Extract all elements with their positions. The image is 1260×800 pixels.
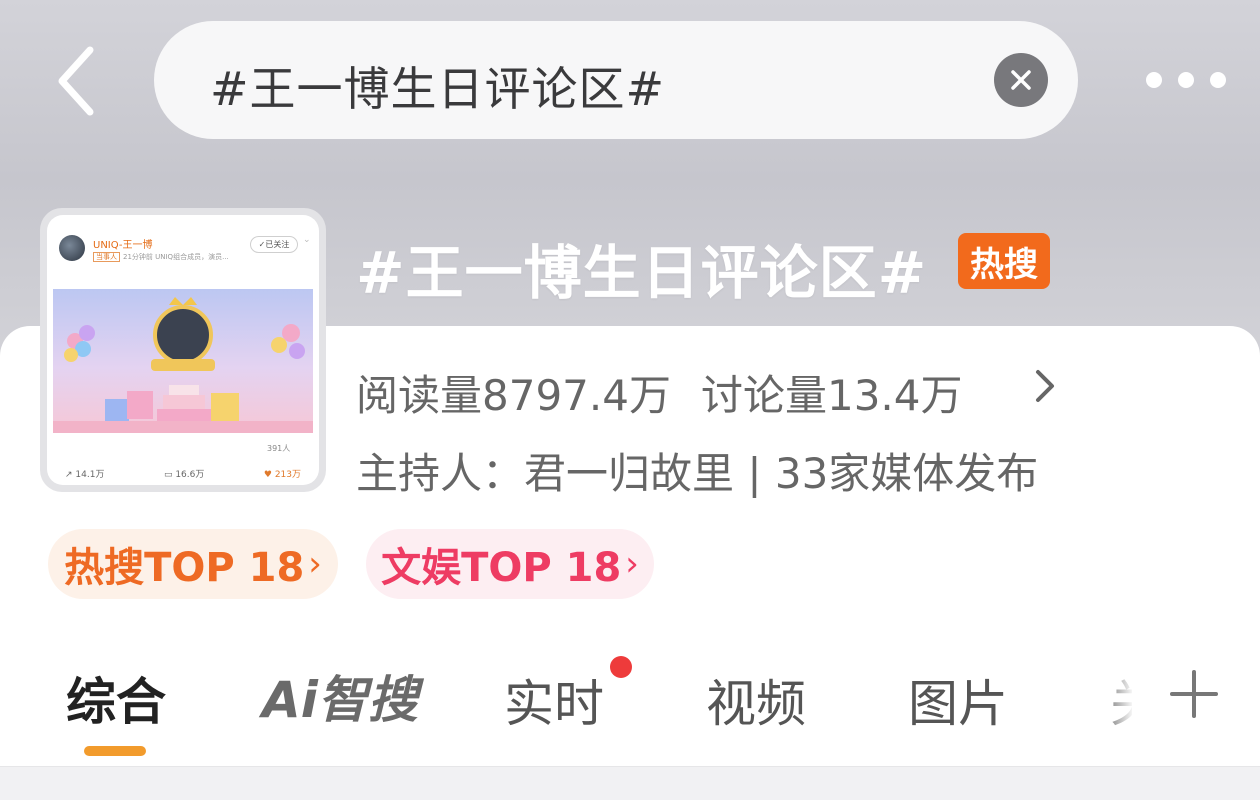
more-options-button[interactable] (1146, 66, 1226, 94)
thumbnail-post-preview: UNIQ-王一博 当事人21分钟前 UNIQ组合成员，演员... ✓已关注 ⌄ (47, 215, 319, 485)
thumbnail-meta: 当事人 21分钟前 UNIQ组合成员，演员... (93, 252, 229, 262)
topic-thumbnail[interactable]: UNIQ-王一博 当事人21分钟前 UNIQ组合成员，演员... ✓已关注 ⌄ (40, 208, 326, 492)
more-icon (1178, 72, 1194, 88)
search-input[interactable]: #王一博生日评论区# (210, 53, 665, 119)
host-info[interactable]: 主持人：君一归故里 | 33家媒体发布 (356, 440, 1038, 501)
topic-stats[interactable]: 阅读量8797.4万 讨论量13.4万 (356, 362, 963, 423)
chevron-down-icon: ⌄ (303, 235, 311, 245)
tab-realtime[interactable]: 实时 (504, 664, 604, 736)
thumbnail-stats: ↗ 14.1万 ▭ 16.6万 ♥ 213万 (65, 467, 301, 480)
tab-comprehensive[interactable]: 综合 (66, 662, 166, 734)
chevron-right-icon: › (625, 544, 639, 584)
tab-video[interactable]: 视频 (706, 664, 806, 736)
notification-dot (610, 656, 632, 678)
entertainment-rank-button[interactable]: 文娱TOP 18 › (366, 529, 654, 599)
chevron-right-icon: › (308, 544, 322, 584)
thumbnail-tag: 当事人 (93, 252, 120, 262)
more-icon (1146, 72, 1162, 88)
clear-search-button[interactable] (994, 53, 1048, 107)
thumbnail-author: UNIQ-王一博 (93, 240, 153, 251)
clear-icon (1011, 70, 1031, 90)
plus-icon[interactable] (1168, 668, 1220, 720)
tab-images[interactable]: 图片 (908, 664, 1008, 736)
thumbnail-like-count: 391人 (267, 444, 291, 453)
read-count: 阅读量8797.4万 (356, 371, 671, 420)
hot-search-rank-label: 热搜TOP 18 (64, 545, 305, 591)
more-icon (1210, 72, 1226, 88)
hot-search-rank-button[interactable]: 热搜TOP 18 › (48, 529, 338, 599)
thumbnail-likes: ♥ 213万 (263, 470, 301, 480)
entertainment-rank-label: 文娱TOP 18 (381, 545, 622, 591)
thumbnail-reposts: ↗ 14.1万 (65, 470, 105, 480)
content-divider (0, 766, 1260, 800)
discussion-count: 讨论量13.4万 (700, 371, 963, 420)
birthday-image (53, 289, 313, 433)
page-title: #王一博生日评论区# (356, 239, 928, 307)
thumbnail-comments: ▭ 16.6万 (163, 470, 205, 480)
tab-ai-search[interactable]: Ai智搜 (262, 660, 418, 732)
chevron-right-icon[interactable] (1030, 366, 1060, 406)
search-bar[interactable]: #王一博生日评论区# (154, 21, 1078, 139)
back-chevron-icon (58, 46, 94, 116)
thumbnail-follow-badge: ✓已关注 (250, 236, 298, 253)
back-button[interactable] (52, 45, 100, 117)
tab-fade (1098, 650, 1138, 750)
hot-search-badge: 热搜 (958, 233, 1050, 289)
active-tab-indicator (84, 746, 146, 756)
avatar (59, 235, 85, 261)
thumbnail-meta-text: 21分钟前 UNIQ组合成员，演员... (123, 253, 229, 261)
